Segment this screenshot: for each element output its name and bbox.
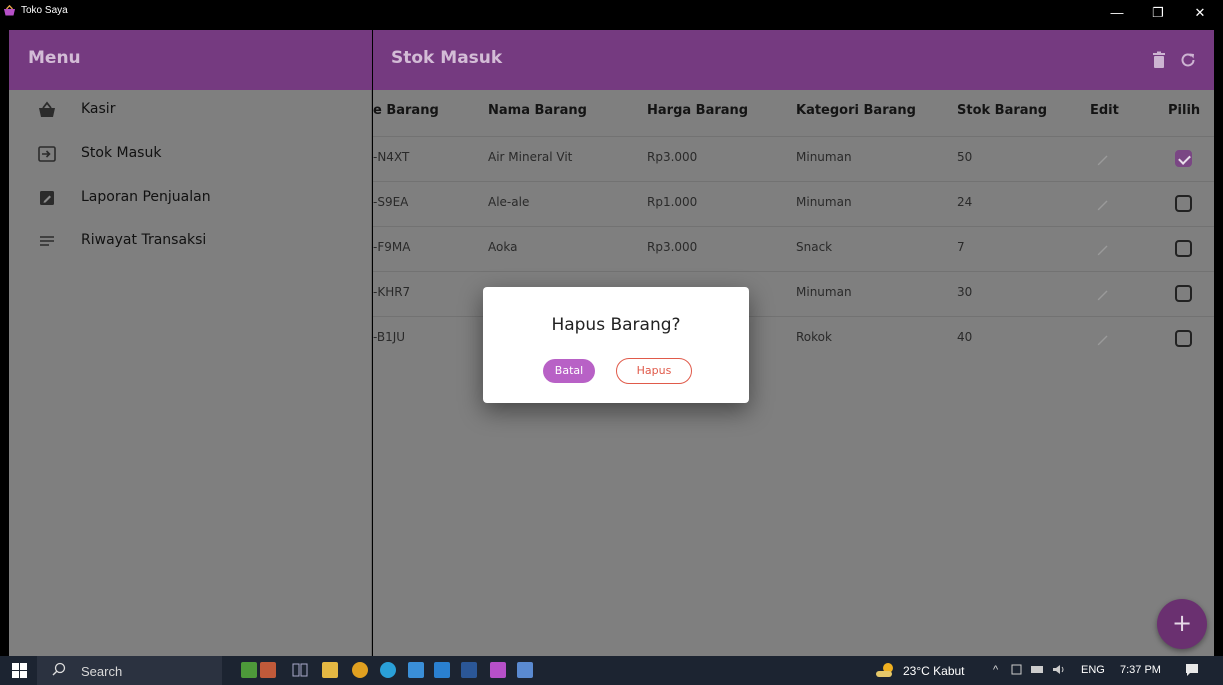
window-title: Toko Saya (21, 5, 68, 16)
cell-kode: -KHR7 (373, 285, 411, 299)
sidebar-item-label: Laporan Penjualan (81, 189, 211, 205)
sidebar-item-kasir[interactable]: Kasir (9, 90, 372, 130)
weather-text[interactable]: 23°C Kabut (903, 664, 965, 678)
delete-button[interactable]: Hapus (616, 358, 692, 384)
basket-icon (39, 101, 55, 117)
maximize-button[interactable]: ❐ (1138, 2, 1178, 26)
menu-header: Menu (9, 30, 372, 90)
search-icon (52, 662, 66, 676)
column-header-nama: Nama Barang (488, 103, 587, 118)
sidebar-item-laporan-penjualan[interactable]: Laporan Penjualan (9, 178, 372, 218)
delete-confirm-dialog: Hapus Barang? Batal Hapus (483, 287, 749, 403)
sidebar-item-label: Stok Masuk (81, 145, 162, 161)
cell-kategori: Minuman (796, 150, 852, 164)
tray-chevron-icon[interactable]: ^ (993, 664, 998, 676)
cell-kategori: Minuman (796, 195, 852, 209)
cell-stok: 24 (957, 195, 973, 209)
dialog-title: Hapus Barang? (551, 315, 681, 335)
close-button[interactable]: ✕ (1180, 2, 1220, 26)
chrome-icon[interactable] (352, 662, 368, 678)
edit-pencil-icon[interactable] (1095, 151, 1111, 167)
column-header-stok: Stok Barang (957, 103, 1048, 118)
cell-nama: Aoka (488, 240, 518, 254)
notification-icon[interactable] (1184, 662, 1200, 678)
add-item-button[interactable]: + (1157, 599, 1207, 649)
edit-note-icon (40, 191, 54, 205)
sidebar-item-label: Riwayat Transaksi (81, 232, 207, 248)
edge-icon[interactable] (380, 662, 396, 678)
task-view-icon[interactable] (292, 662, 308, 678)
cell-nama: Air Mineral Vit (488, 150, 573, 164)
table-row[interactable]: -N4XT Air Mineral Vit Rp3.000 Minuman 50 (373, 136, 1214, 181)
cancel-button[interactable]: Batal (543, 359, 595, 383)
taskbar-app-game-icon[interactable] (241, 662, 257, 678)
onedrive-icon[interactable] (408, 662, 424, 678)
select-checkbox[interactable] (1175, 285, 1192, 302)
column-header-harga: Harga Barang (647, 103, 749, 118)
sidebar-item-label: Kasir (81, 101, 116, 117)
edit-pencil-icon[interactable] (1095, 331, 1111, 347)
volume-icon[interactable] (1052, 663, 1066, 676)
select-checkbox[interactable] (1175, 330, 1192, 347)
notes-app-icon[interactable] (517, 662, 533, 678)
cell-harga: Rp3.000 (647, 240, 698, 254)
taskbar-search-box[interactable]: Search (37, 656, 222, 685)
select-checkbox[interactable] (1175, 195, 1192, 212)
shop-basket-icon (4, 5, 15, 16)
cell-kode: -N4XT (373, 150, 410, 164)
sidebar: Kasir Stok Masuk Laporan Penjualan Riway… (9, 90, 372, 656)
cell-harga: Rp3.000 (647, 150, 698, 164)
select-checkbox[interactable] (1175, 150, 1192, 167)
cell-stok: 7 (957, 240, 965, 254)
sidebar-item-riwayat-transaksi[interactable]: Riwayat Transaksi (9, 221, 372, 261)
trash-icon[interactable] (1149, 50, 1169, 70)
menu-title: Menu (28, 48, 81, 68)
cell-kode: -S9EA (373, 195, 409, 209)
cell-kategori: Rokok (796, 330, 832, 344)
table-row[interactable]: -F9MA Aoka Rp3.000 Snack 7 (373, 226, 1214, 271)
taskbar-app-news-icon[interactable] (260, 662, 276, 678)
cell-harga: Rp1.000 (647, 195, 698, 209)
edit-pencil-icon[interactable] (1095, 241, 1111, 257)
file-explorer-icon[interactable] (322, 662, 338, 678)
vscode-icon[interactable] (434, 662, 450, 678)
select-checkbox[interactable] (1175, 240, 1192, 257)
refresh-icon[interactable] (1178, 50, 1198, 70)
sidebar-item-stok-masuk[interactable]: Stok Masuk (9, 134, 372, 174)
taskbar: Search 23°C Kabut ^ ENG 7:37 PM (0, 656, 1223, 685)
window-title-bar: Toko Saya — ❐ ✕ (0, 0, 1223, 30)
cell-kategori: Minuman (796, 285, 852, 299)
toko-saya-app-icon[interactable] (490, 662, 506, 678)
column-header-edit: Edit (1090, 103, 1119, 118)
tray-app-icon[interactable] (1010, 663, 1023, 676)
edit-pencil-icon[interactable] (1095, 286, 1111, 302)
column-header-kategori: Kategori Barang (796, 103, 916, 118)
word-icon[interactable] (461, 662, 477, 678)
column-header-pilih: Pilih (1168, 103, 1201, 118)
column-header-kode: e Barang (373, 103, 439, 118)
cell-kategori: Snack (796, 240, 833, 254)
windows-start-icon[interactable] (12, 663, 27, 678)
cell-stok: 50 (957, 150, 973, 164)
page-title: Stok Masuk (391, 48, 503, 68)
cell-nama: Ale-ale (488, 195, 530, 209)
table-row[interactable]: -S9EA Ale-ale Rp1.000 Minuman 24 (373, 181, 1214, 226)
edit-pencil-icon[interactable] (1095, 196, 1111, 212)
input-icon (38, 146, 56, 162)
cell-kode: -F9MA (373, 240, 411, 254)
cell-stok: 30 (957, 285, 973, 299)
clock[interactable]: 7:37 PM (1120, 664, 1161, 676)
list-icon (40, 236, 54, 246)
network-icon[interactable] (1030, 663, 1044, 676)
language-indicator[interactable]: ENG (1081, 664, 1105, 676)
minimize-button[interactable]: — (1097, 2, 1137, 26)
page-header: Stok Masuk (373, 30, 1214, 90)
search-placeholder: Search (81, 664, 123, 679)
cell-kode: -B1JU (373, 330, 406, 344)
weather-icon[interactable] (874, 661, 896, 679)
table-header: e Barang Nama Barang Harga Barang Katego… (373, 90, 1214, 136)
cell-stok: 40 (957, 330, 973, 344)
